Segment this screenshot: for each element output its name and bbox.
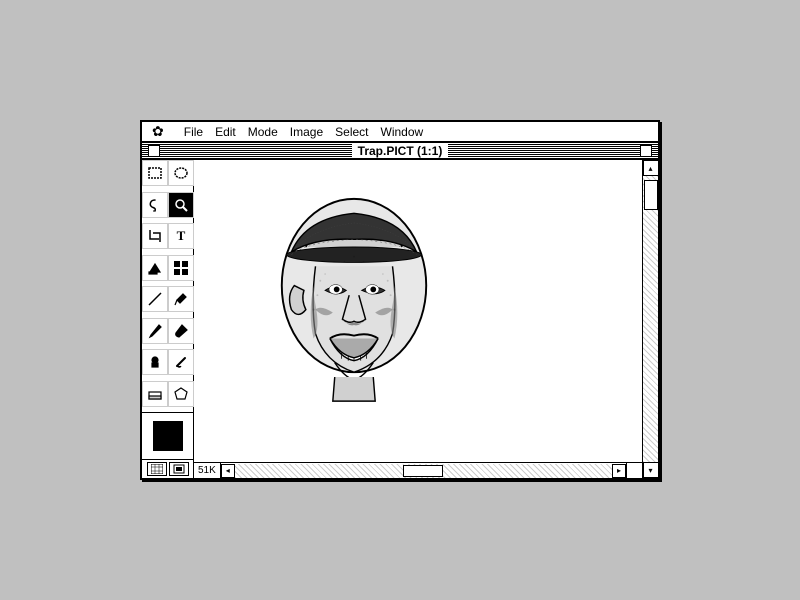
tool-crop[interactable] (142, 223, 168, 249)
resize-corner[interactable] (626, 463, 642, 479)
close-button[interactable] (148, 145, 160, 157)
foreground-color[interactable] (153, 421, 183, 451)
menu-window[interactable]: Window (375, 123, 430, 141)
menu-mode[interactable]: Mode (242, 123, 284, 141)
canvas-section: 51K ◂ ▸ ▴ ▾ (194, 160, 658, 478)
tool-magnifier[interactable] (168, 192, 194, 218)
scroll-thumb-v[interactable] (644, 180, 658, 210)
tool-pencil[interactable] (142, 318, 168, 344)
scroll-left-button[interactable]: ◂ (221, 464, 235, 478)
menu-edit[interactable]: Edit (209, 123, 242, 141)
file-size: 51K (194, 463, 221, 478)
tool-smudge[interactable] (168, 349, 194, 375)
scroll-right-button[interactable]: ▸ (612, 464, 626, 478)
scroll-track-h (235, 464, 612, 478)
status-bar: 51K ◂ ▸ (194, 462, 642, 478)
face-image (224, 170, 484, 430)
canvas-area[interactable] (194, 160, 642, 462)
tool-extra (142, 459, 193, 478)
tools-grid: T (142, 160, 193, 413)
mac-window: ✿ File Edit Mode Image Select Window Tra… (140, 120, 660, 480)
tool-brush[interactable] (168, 318, 194, 344)
scroll-thumb-h[interactable] (403, 465, 443, 477)
menu-file[interactable]: File (178, 123, 209, 141)
tool-text[interactable]: T (168, 223, 194, 249)
apple-menu[interactable]: ✿ (146, 121, 170, 142)
tool-rect-select[interactable] (142, 160, 168, 186)
tool-eyedropper[interactable] (168, 286, 194, 312)
scroll-up-button[interactable]: ▴ (643, 160, 659, 176)
zoom-button[interactable] (640, 145, 652, 157)
tool-stamp[interactable] (142, 349, 168, 375)
tool-line[interactable] (142, 286, 168, 312)
tool-polygon[interactable] (168, 381, 194, 407)
scroll-track-v (643, 176, 659, 462)
color-area (142, 413, 193, 459)
scrollbar-horizontal: ◂ ▸ (221, 463, 626, 479)
nav-button[interactable] (169, 462, 189, 476)
menu-bar: ✿ File Edit Mode Image Select Window (142, 122, 658, 142)
scrollbar-vertical: ▴ ▾ (642, 160, 658, 478)
toolbox: T (142, 160, 194, 478)
title-bar: Trap.PICT (1:1) (142, 142, 658, 160)
window-title: Trap.PICT (1:1) (352, 144, 449, 158)
menu-select[interactable]: Select (329, 123, 374, 141)
main-content: T (142, 160, 658, 478)
tool-oval-select[interactable] (168, 160, 194, 186)
menu-image[interactable]: Image (284, 123, 329, 141)
canvas-wrapper: 51K ◂ ▸ (194, 160, 642, 478)
tool-paint-bucket[interactable] (142, 255, 168, 281)
tool-eraser[interactable] (142, 381, 168, 407)
tool-lasso[interactable] (142, 192, 168, 218)
scroll-down-button[interactable]: ▾ (643, 462, 659, 478)
grid-button[interactable] (147, 462, 167, 476)
tool-pattern[interactable] (168, 255, 194, 281)
